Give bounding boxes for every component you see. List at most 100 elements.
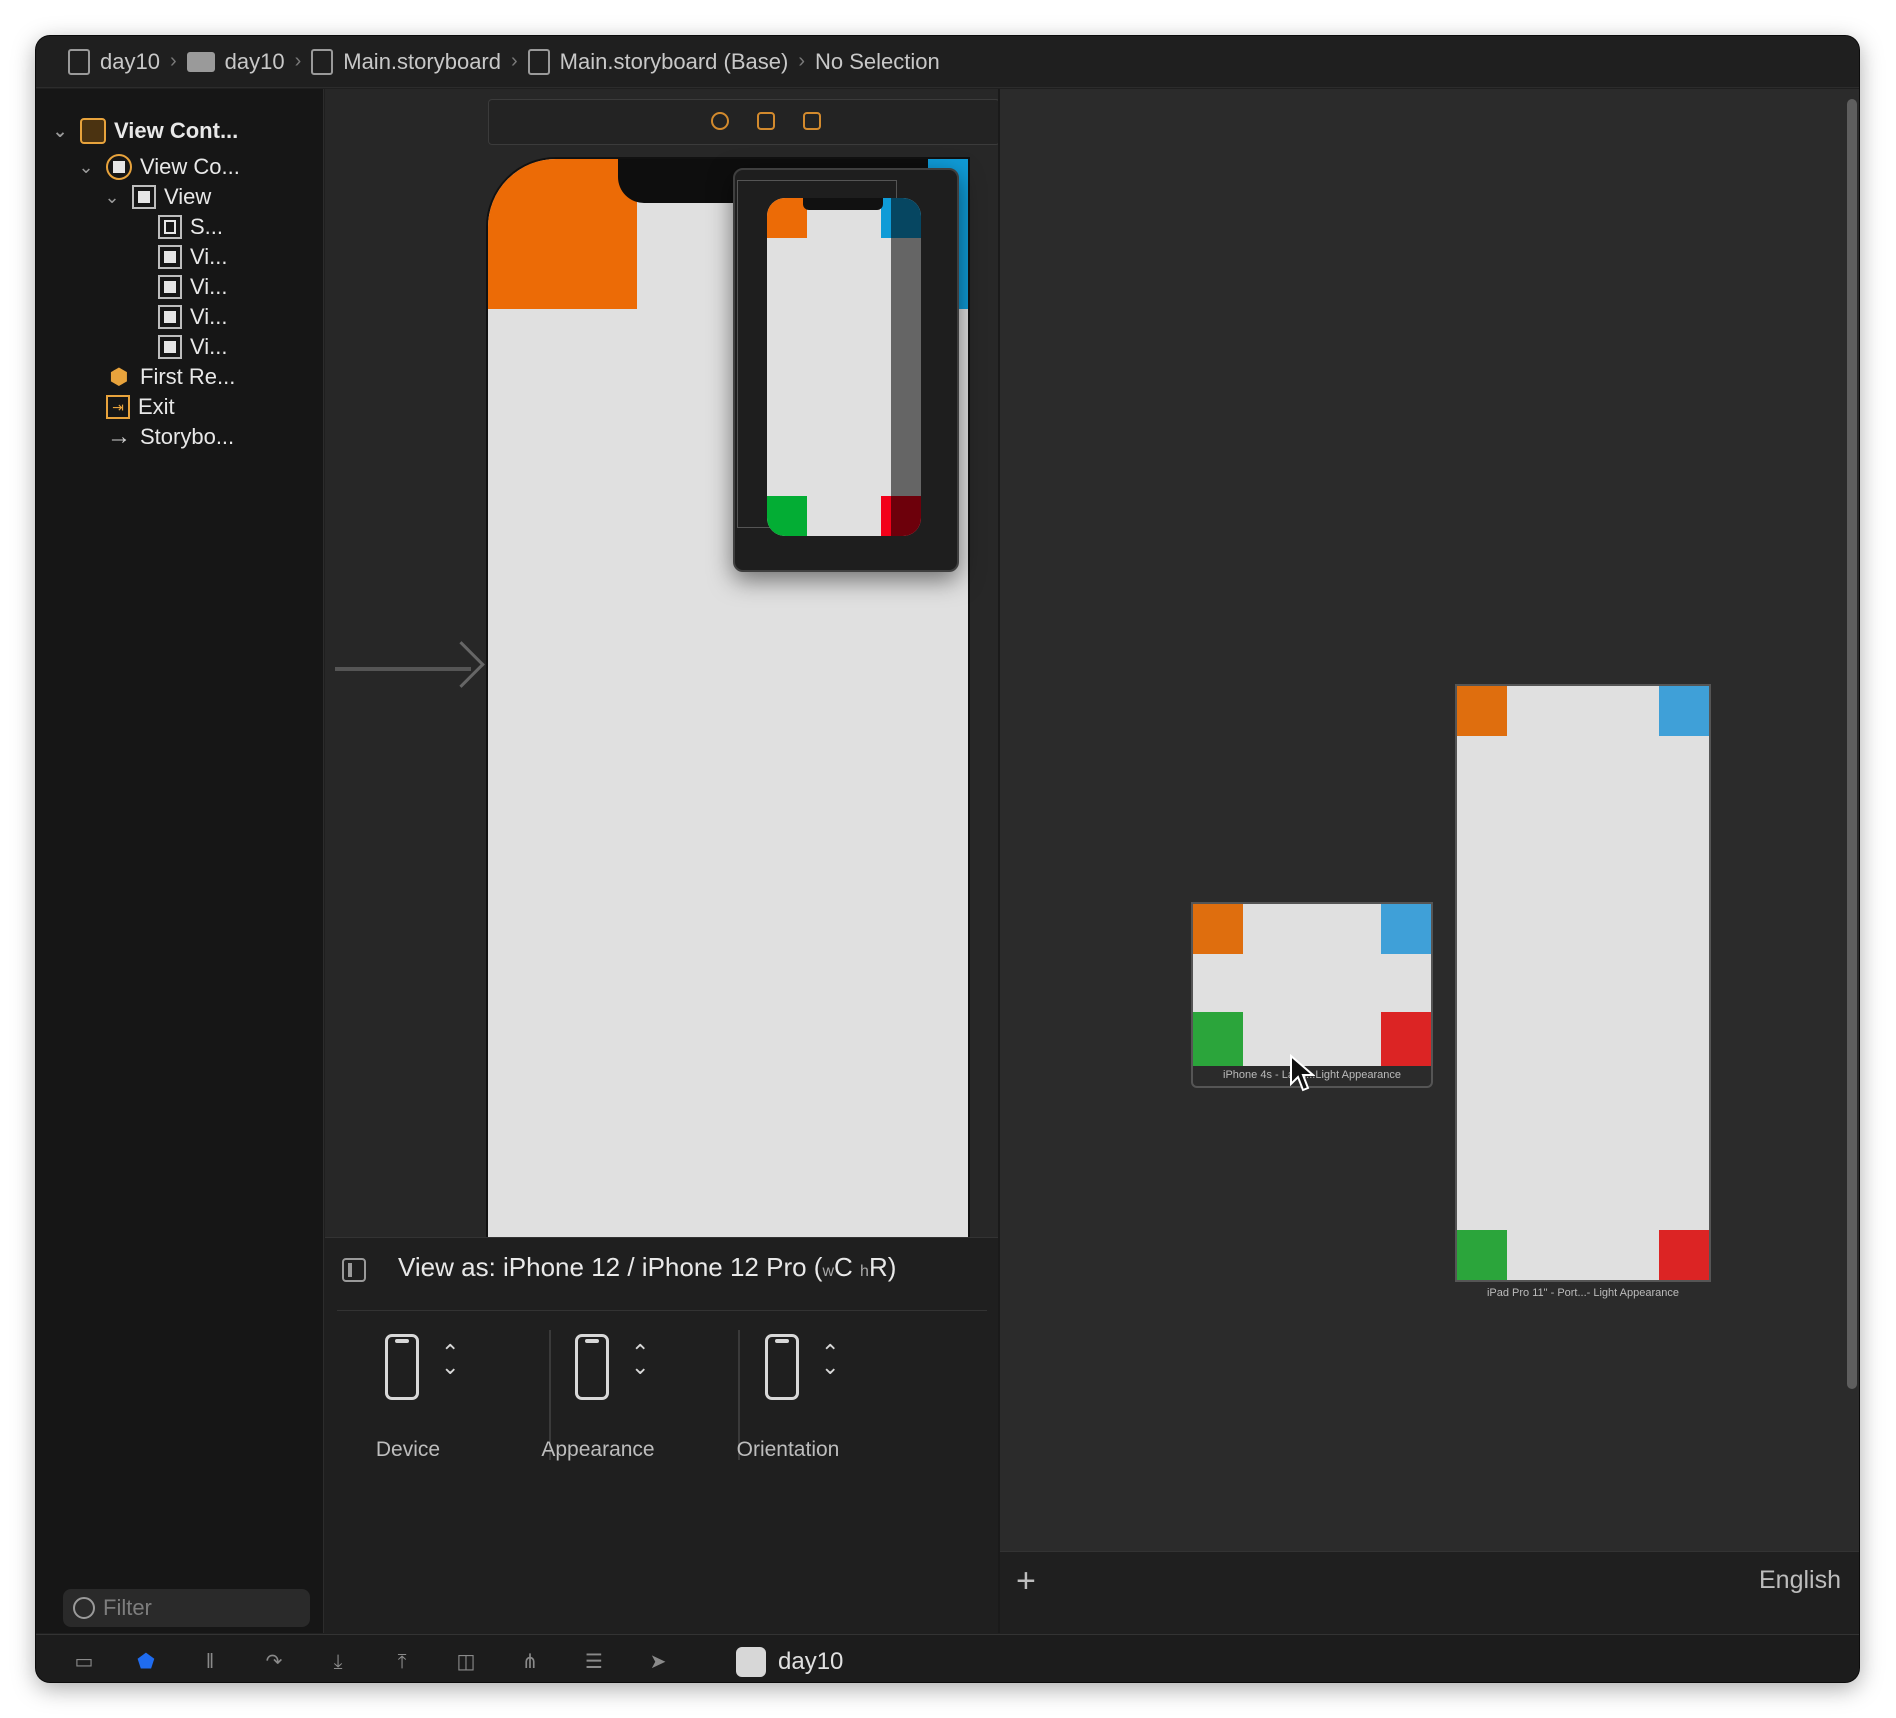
preview-blue-view	[1659, 686, 1709, 736]
outline-row-safe-area[interactable]: S...	[158, 211, 223, 243]
stepper-icon[interactable]: ⌃ ⌄	[821, 1342, 839, 1378]
breadcrumb-separator: ›	[294, 50, 302, 72]
project-icon	[68, 48, 90, 75]
outline-row-label: View Co...	[140, 154, 240, 179]
outline-row-view-controller[interactable]: ⌄ View Co...	[76, 151, 240, 183]
chevron-down-icon[interactable]: ⌄	[50, 121, 70, 142]
preview-orange-view	[1457, 686, 1507, 736]
outline-row-subview[interactable]: Vi...	[158, 301, 228, 333]
stepper-icon[interactable]: ⌃ ⌄	[631, 1342, 649, 1378]
breakpoints-toggle-icon[interactable]: ⬟	[134, 1651, 158, 1673]
outline-row-label: Vi...	[190, 274, 228, 299]
mouse-cursor-icon	[1290, 1054, 1315, 1092]
hide-debug-area-icon[interactable]: ▭	[72, 1651, 96, 1673]
orange-view[interactable]	[488, 159, 637, 309]
view-debugger-icon[interactable]: ◫	[454, 1651, 478, 1673]
preview-ipad-pro-portrait[interactable]	[1455, 684, 1711, 1282]
memory-graph-icon[interactable]: ⋔	[518, 1651, 542, 1673]
device-selector[interactable]: ⌃ ⌄ Device	[333, 1324, 523, 1524]
breadcrumb-storyboard[interactable]: Main.storyboard	[311, 48, 501, 75]
outline-row-exit[interactable]: ⇥ Exit	[106, 391, 175, 423]
orientation-label: Orientation	[736, 1438, 840, 1461]
appearance-selector[interactable]: ⌃ ⌄ Appearance	[523, 1324, 713, 1524]
stepper-icon[interactable]: ⌃ ⌄	[441, 1342, 459, 1378]
view-as-device: View as: iPhone 12 / iPhone 12 Pro (	[398, 1252, 823, 1282]
breadcrumb-folder-label: day10	[224, 48, 285, 74]
step-over-icon[interactable]: ↷	[262, 1651, 286, 1673]
storyboard-entry-arrow-icon: →	[107, 423, 131, 450]
debug-scheme-label: day10	[778, 1648, 844, 1675]
storyboard-file-icon	[311, 48, 334, 75]
orientation-selector[interactable]: ⌃ ⌄ Orientation	[713, 1324, 903, 1524]
breadcrumb-storyboard-base[interactable]: Main.storyboard (Base)	[527, 48, 789, 75]
pause-icon[interactable]: ‖	[198, 1651, 222, 1673]
device-phone-icon	[385, 1334, 419, 1400]
first-responder-icon[interactable]	[757, 112, 775, 130]
size-class-w-value: C	[834, 1252, 853, 1282]
orientation-phone-icon	[765, 1334, 799, 1400]
xcode-window: day10 › day10 › Main.storyboard › Main.s…	[36, 36, 1859, 1682]
outline-row-subview[interactable]: Vi...	[158, 331, 228, 363]
outline-row-subview[interactable]: Vi...	[158, 241, 228, 273]
minimap-overlay[interactable]	[733, 168, 959, 572]
outline-row-first-responder[interactable]: ⬢ First Re...	[106, 361, 235, 393]
preview-green-view	[1193, 1012, 1243, 1066]
outline-row-label: First Re...	[140, 364, 236, 389]
breadcrumb-project-label: day10	[100, 48, 160, 74]
view-as-label[interactable]: View as: iPhone 12 / iPhone 12 Pro (wC h…	[398, 1252, 896, 1283]
storyboard-scene-area[interactable]: View as: iPhone 12 / iPhone 12 Pro (wC h…	[325, 89, 998, 1633]
preview-green-view	[1457, 1230, 1507, 1280]
environment-overrides-icon[interactable]: ☰	[582, 1651, 606, 1673]
scene-dock[interactable]	[488, 99, 998, 145]
view-icon	[158, 275, 182, 299]
outline-row-storyboard-entry[interactable]: → Storybo...	[106, 421, 234, 453]
sidebar-toggle-icon[interactable]	[342, 1258, 366, 1282]
filter-placeholder: Filter	[103, 1595, 152, 1620]
storyboard-canvas[interactable]: View as: iPhone 12 / iPhone 12 Pro (wC h…	[325, 89, 1859, 1633]
add-preview-button[interactable]: +	[1016, 1562, 1036, 1601]
preview-red-view	[1381, 1012, 1431, 1066]
breadcrumb: day10 › day10 › Main.storyboard › Main.s…	[36, 36, 1859, 88]
document-outline: ⌄ View Cont... ⌄ View Co... ⌄ View S... …	[36, 89, 324, 1633]
view-controller-icon[interactable]	[711, 112, 729, 130]
breadcrumb-storyboard-base-label: Main.storyboard (Base)	[559, 48, 789, 74]
debug-bar: ▭ ⬟ ‖ ↷ ⤓ ⤒ ◫ ⋔ ☰ ➤ day10	[36, 1634, 1859, 1682]
chevron-down-icon[interactable]: ⌄	[76, 157, 96, 178]
exit-icon[interactable]	[803, 112, 821, 130]
outline-filter-field[interactable]: Filter	[63, 1589, 310, 1627]
breadcrumb-project[interactable]: day10	[68, 48, 160, 75]
preview-red-view	[1659, 1230, 1709, 1280]
arrow-head-icon	[438, 641, 485, 688]
outline-row-subview[interactable]: Vi...	[158, 271, 228, 303]
split-divider[interactable]	[998, 89, 1000, 1633]
exit-icon: ⇥	[106, 395, 130, 419]
mini-orange-view	[767, 198, 807, 238]
breadcrumb-storyboard-label: Main.storyboard	[343, 48, 501, 74]
size-class-h-value: R)	[868, 1252, 897, 1282]
step-into-icon[interactable]: ⤓	[326, 1651, 350, 1673]
breadcrumb-folder[interactable]: day10	[186, 48, 285, 75]
language-selector[interactable]: English	[1759, 1566, 1841, 1595]
outline-row-view[interactable]: ⌄ View	[102, 181, 211, 213]
breadcrumb-separator: ›	[169, 50, 177, 72]
folder-icon	[186, 51, 215, 72]
mini-notch	[803, 198, 883, 210]
chevron-down-icon[interactable]: ⌄	[102, 187, 122, 208]
breadcrumb-selection[interactable]: No Selection	[815, 49, 940, 75]
simulate-location-icon[interactable]: ➤	[646, 1651, 670, 1673]
storyboard-file-icon	[527, 48, 550, 75]
step-out-icon[interactable]: ⤒	[390, 1651, 414, 1673]
minimap-shade	[891, 198, 921, 536]
outline-row-label: Storybo...	[140, 424, 235, 449]
vertical-scrollbar[interactable]	[1847, 99, 1857, 1389]
appearance-label: Appearance	[541, 1438, 655, 1461]
safe-area-icon	[158, 215, 182, 239]
outline-row-scene[interactable]: ⌄ View Cont...	[50, 115, 238, 147]
preview-iphone-4s-landscape[interactable]	[1191, 902, 1433, 1068]
minimap-phone	[767, 198, 921, 536]
preview-caption: iPad Pro 11" - Port...- Light Appearance	[1486, 1287, 1680, 1299]
debug-scheme[interactable]: day10	[736, 1647, 843, 1677]
first-responder-icon: ⬢	[109, 364, 129, 389]
outline-row-label: Vi...	[190, 304, 228, 329]
view-icon	[158, 245, 182, 269]
